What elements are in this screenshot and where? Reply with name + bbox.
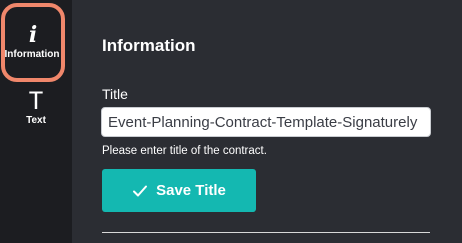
sidebar-item-information[interactable]: i Information <box>1 3 65 82</box>
sidebar-item-label: Information <box>4 48 60 60</box>
save-title-button[interactable]: Save Title <box>102 169 256 212</box>
sidebar: i Information T Text <box>0 0 72 243</box>
checkmark-icon <box>133 185 148 196</box>
save-title-label: Save Title <box>156 182 226 199</box>
title-helper-text: Please enter title of the contract. <box>102 145 267 157</box>
sidebar-item-label: Text <box>26 115 46 126</box>
text-icon: T <box>28 87 44 115</box>
title-field-label: Title <box>102 86 128 102</box>
panel-title: Information <box>102 36 196 55</box>
info-icon: i <box>28 21 38 48</box>
title-input[interactable] <box>101 107 431 137</box>
sidebar-item-text[interactable]: T Text <box>0 87 72 126</box>
information-panel: Information Title Please enter title of … <box>72 0 462 243</box>
divider <box>102 232 430 233</box>
